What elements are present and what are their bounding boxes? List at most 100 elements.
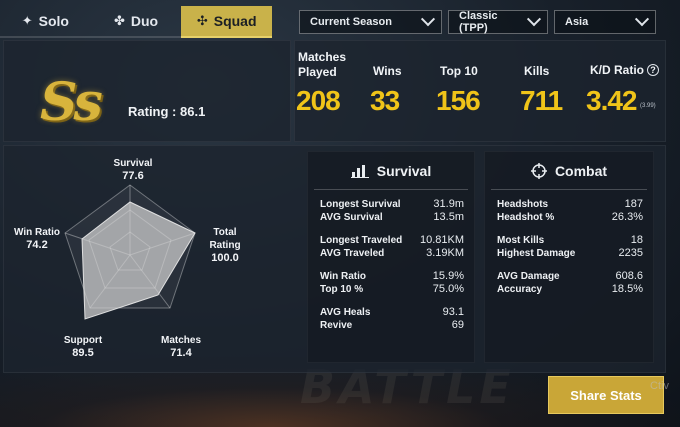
mode-dropdown-value: Classic (TPP)	[459, 10, 498, 34]
kills-label: Kills	[524, 64, 550, 78]
kills-value: 711	[520, 85, 563, 116]
list-item: Longest Traveled 10.81KM	[320, 234, 464, 247]
tab-solo[interactable]: ✦ Solo	[0, 6, 91, 38]
survival-title: Survival	[376, 162, 432, 179]
survival-group: Longest Survival 31.9m AVG Survival 13.5m	[320, 198, 464, 224]
stat-value: 26.3%	[611, 211, 643, 223]
matches-label-line1: Matches	[298, 50, 347, 64]
top10-label: Top 10	[440, 64, 478, 78]
radar-total-label: Total Rating	[209, 227, 241, 251]
rating-value: 86.1	[180, 104, 206, 119]
stat-value: 18	[630, 234, 643, 246]
radar-matches-value: 71.4	[170, 347, 192, 359]
mode-tabs: ✦ Solo ✤ Duo ✣ Squad	[0, 6, 273, 38]
survival-panel: Survival Longest Survival 31.9m AVG Survi…	[307, 151, 475, 363]
list-item: AVG Traveled 3.19KM	[320, 247, 464, 260]
stat-label: AVG Survival	[320, 212, 383, 223]
kd-label-text: K/D Ratio	[590, 63, 644, 77]
radar-win-ratio: Win Ratio 74.2	[14, 226, 60, 252]
matches-label-line2: Played	[298, 65, 337, 79]
rating: Rating : 86.1	[128, 104, 205, 119]
list-item: AVG Heals 93.1	[320, 306, 464, 319]
rating-label: Rating :	[128, 104, 177, 119]
list-item: Accuracy 18.5%	[497, 283, 643, 296]
radar-survival: Survival 77.6	[112, 157, 154, 183]
chevron-down-icon	[526, 12, 542, 27]
crosshair-icon	[530, 162, 547, 179]
stat-label: Top 10 %	[320, 284, 364, 295]
stat-value: 18.5%	[611, 283, 643, 295]
combat-title: Combat	[554, 162, 608, 179]
stat-value: 75.0%	[432, 283, 464, 295]
radar-total-value: 100.0	[211, 252, 239, 264]
region-dropdown[interactable]: Asia	[554, 10, 656, 34]
stat-value: 10.81KM	[419, 234, 464, 246]
survival-stats: Longest Survival 31.9m AVG Survival 13.5m …	[308, 190, 474, 332]
list-item: Longest Survival 31.9m	[320, 198, 464, 211]
radar-support-label: Support	[63, 335, 103, 346]
tab-duo-label: Duo	[130, 13, 159, 29]
radar-survival-value: 77.6	[122, 170, 144, 182]
performance-radar-chart	[64, 184, 196, 320]
stat-value: 15.9%	[432, 270, 464, 282]
kd-sub-value: (3.99)	[640, 103, 656, 109]
combat-stats: Headshots 187 Headshot % 26.3% Most Kills 1…	[485, 190, 653, 296]
support-group: AVG Heals 93.1 Revive 69	[320, 306, 464, 332]
stat-value: 2235	[618, 247, 643, 259]
list-item: AVG Survival 13.5m	[320, 211, 464, 224]
damage-group: AVG Damage 608.6 Accuracy 18.5%	[497, 270, 643, 296]
tab-squad[interactable]: ✣ Squad	[181, 6, 273, 38]
radar-matches-label: Matches	[160, 335, 201, 346]
stat-value: 608.6	[615, 270, 643, 282]
radar-winratio-value: 74.2	[26, 239, 48, 251]
stat-value: 69	[451, 319, 464, 331]
stat-label: Headshot %	[497, 212, 555, 223]
wins-label: Wins	[373, 64, 402, 78]
list-item: Most Kills 18	[497, 234, 643, 247]
stat-value: 31.9m	[433, 198, 464, 210]
stat-value: 13.5m	[433, 211, 464, 223]
two-people-icon: ✤	[113, 13, 125, 28]
partial-overlay-text: Ctiv	[650, 380, 669, 392]
stat-label: AVG Damage	[497, 271, 560, 282]
stat-label: AVG Traveled	[320, 248, 385, 259]
radar-total-rating: Total Rating 100.0	[200, 226, 250, 265]
chevron-down-icon	[420, 12, 436, 27]
list-item: Headshot % 26.3%	[497, 211, 643, 224]
list-item: Headshots 187	[497, 198, 643, 211]
list-item: Revive 69	[320, 319, 464, 332]
stat-label: Highest Damage	[497, 248, 576, 259]
stat-label: Longest Traveled	[320, 235, 403, 246]
matches-played-label: Matches Played	[298, 50, 346, 80]
tab-duo[interactable]: ✤ Duo	[90, 6, 182, 38]
stat-label: Win Ratio	[320, 271, 367, 282]
survival-header: Survival	[314, 152, 468, 190]
help-icon[interactable]: ?	[647, 64, 659, 76]
radar-support-value: 89.5	[72, 347, 94, 359]
list-item: Highest Damage 2235	[497, 247, 643, 260]
mode-dropdown[interactable]: Classic (TPP)	[448, 10, 548, 34]
combat-panel: Combat Headshots 187 Headshot % 26.3% Most…	[484, 151, 654, 363]
stat-label: Revive	[320, 320, 353, 331]
chevron-down-icon	[634, 12, 650, 27]
radar-survival-label: Survival	[113, 158, 153, 169]
radar-matches: Matches 71.4	[158, 334, 204, 360]
tab-solo-label: Solo	[38, 13, 69, 29]
stat-label: Headshots	[497, 199, 549, 210]
region-dropdown-value: Asia	[565, 16, 589, 28]
stat-value: 3.19KM	[426, 247, 464, 259]
radar-support: Support 89.5	[60, 334, 106, 360]
list-item: Top 10 % 75.0%	[320, 283, 464, 296]
ratio-group: Win Ratio 15.9% Top 10 % 75.0%	[320, 270, 464, 296]
share-stats-button[interactable]: Share Stats	[548, 376, 664, 414]
stat-value: 187	[624, 198, 643, 210]
bar-chart-icon	[350, 164, 369, 178]
kd-value: 3.42	[586, 85, 637, 116]
top10-value: 156	[436, 85, 481, 116]
season-dropdown[interactable]: Current Season	[299, 10, 442, 34]
tab-squad-label: Squad	[213, 13, 257, 29]
stat-label: Most Kills	[497, 235, 545, 246]
season-dropdown-value: Current Season	[310, 16, 392, 28]
kd-label: K/D Ratio?	[590, 63, 659, 78]
stat-label: AVG Heals	[320, 307, 371, 318]
